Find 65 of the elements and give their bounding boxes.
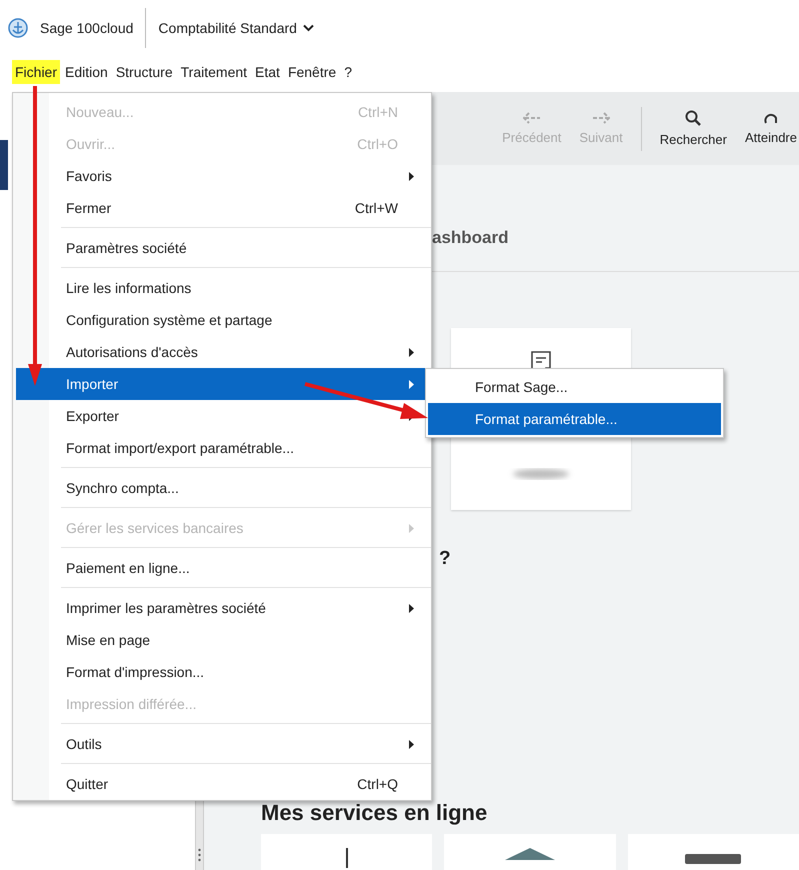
- chevron-icon: [302, 24, 314, 32]
- menu-bar-item[interactable]: Etat: [252, 60, 283, 84]
- menu-item[interactable]: Paramètres société: [16, 232, 428, 264]
- menu-item[interactable]: Mise en page: [16, 624, 428, 656]
- menu-item-label: Importer: [66, 376, 120, 392]
- menu-item-label: Autorisations d'accès: [66, 344, 199, 360]
- section-heading: Mes services en ligne: [261, 800, 488, 826]
- page-title: ashboard: [432, 228, 509, 247]
- menu-item[interactable]: Format import/export paramétrable...: [16, 432, 428, 464]
- shortcut-label: Ctrl+W: [354, 200, 398, 216]
- menu-item-label: Favoris: [66, 168, 113, 184]
- menu-bar-item[interactable]: Structure: [112, 60, 176, 84]
- menu-item[interactable]: Configuration système et partage: [16, 304, 428, 336]
- menu-item[interactable]: Lire les informations: [16, 272, 428, 304]
- menu-item-label: Fermer: [66, 200, 112, 216]
- menu-item-label: Format import/export paramétrable...: [66, 440, 295, 456]
- selection-indicator: [0, 140, 8, 190]
- menu-item-label: Imprimer les paramètres société: [66, 600, 267, 616]
- menu-bar-item[interactable]: Edition: [62, 60, 111, 84]
- menu-item[interactable]: Format Sage...: [428, 371, 721, 403]
- forward-arrow-icon: [592, 112, 610, 124]
- search-icon: [685, 110, 702, 126]
- roof-icon: [504, 848, 555, 860]
- menu-item[interactable]: Format paramétrable...: [428, 403, 721, 435]
- menu-item-label: Lire les informations: [66, 280, 192, 296]
- screen-icon: [685, 854, 742, 864]
- app-name: Sage 100cloud: [40, 20, 134, 36]
- menu-item[interactable]: Paiement en ligne...: [16, 552, 428, 584]
- menu-bar-item[interactable]: Fichier: [12, 60, 60, 84]
- menu-item-label: Exporter: [66, 408, 120, 424]
- plus-icon: [346, 848, 348, 868]
- menu-bar-item[interactable]: Fenêtre: [284, 60, 340, 84]
- menu-item[interactable]: Favoris: [16, 160, 428, 192]
- menu-item[interactable]: Quitter Ctrl+Q: [16, 768, 428, 800]
- menu-item-label: Configuration système et partage: [66, 312, 274, 328]
- logo-icon: [8, 18, 28, 38]
- grip-icon: [198, 848, 201, 862]
- menu-item-label: Ouvrir...: [66, 136, 116, 152]
- menu-item-label: Mise en page: [66, 632, 152, 648]
- shortcut-label: Ctrl+Q: [357, 776, 398, 792]
- menu-item[interactable]: Synchro compta...: [16, 472, 428, 504]
- menu-item-label: Outils: [66, 736, 103, 752]
- menu-item-label: Format d'impression...: [66, 664, 206, 680]
- menu-item-label: Paiement en ligne...: [66, 560, 191, 576]
- menu-item-label: Nouveau...: [66, 104, 135, 120]
- menu-bar-item[interactable]: Traitement: [178, 60, 250, 84]
- menu-item-label: Gérer les services bancaires: [66, 520, 244, 536]
- menu-bar-item[interactable]: ?: [341, 60, 355, 84]
- shortcut-label: Ctrl+O: [357, 136, 398, 152]
- shortcut-label: Ctrl+N: [358, 104, 398, 120]
- menu-item-label: Impression différée...: [66, 696, 198, 712]
- menu-item[interactable]: Autorisations d'accès: [16, 336, 428, 368]
- toolbar-button[interactable]: Rechercher: [660, 110, 727, 147]
- toolbar-button[interactable]: Atteindre: [744, 112, 797, 145]
- menu-item[interactable]: Importer: [16, 368, 428, 400]
- menu-item[interactable]: Format d'impression...: [16, 656, 428, 688]
- product-dropdown[interactable]: Comptabilité Standard: [158, 20, 314, 36]
- section-heading: ?: [439, 548, 452, 570]
- menu-item[interactable]: Imprimer les paramètres société: [16, 592, 428, 624]
- menu-item[interactable]: Fermer Ctrl+W: [16, 192, 428, 224]
- menu-item[interactable]: Outils: [16, 728, 428, 760]
- menu-item-label: Synchro compta...: [66, 480, 180, 496]
- menu-item-label: Paramètres société: [66, 240, 188, 256]
- back-arrow-icon: [522, 112, 541, 124]
- menu-item-label: Quitter: [66, 776, 110, 792]
